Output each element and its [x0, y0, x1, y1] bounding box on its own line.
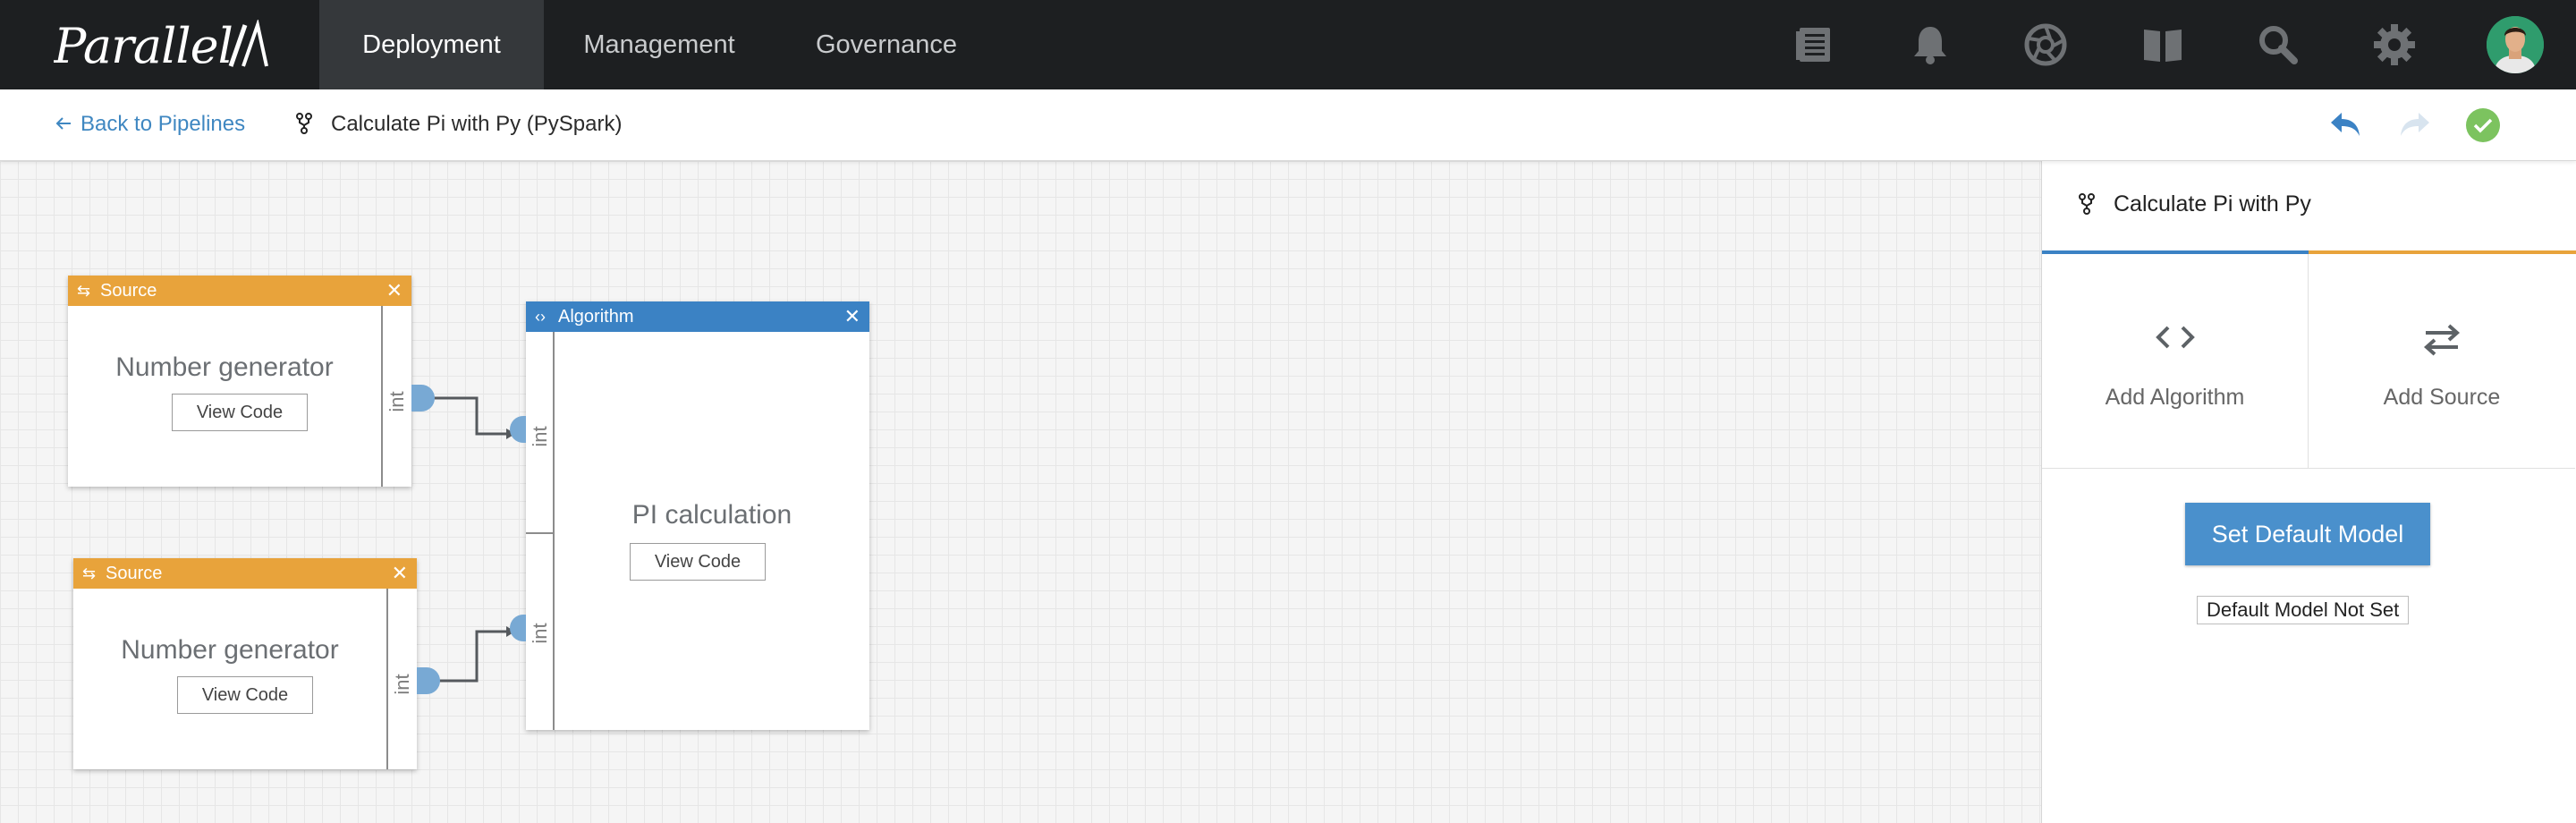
port-type-label: int — [386, 391, 408, 412]
book-icon[interactable] — [2140, 22, 2185, 67]
port-divider — [526, 532, 555, 534]
pipeline-fork-icon — [2079, 193, 2095, 215]
source-node-header[interactable]: ⇆ Source ✕ — [73, 558, 417, 589]
panel-title-text: Calculate Pi with Py — [2114, 191, 2311, 216]
source-node-1[interactable]: ⇆ Source ✕ Number generator View Code in… — [68, 276, 435, 487]
port-type-label: int — [391, 674, 413, 695]
status-ok-icon — [2466, 108, 2500, 142]
source-node-body: Number generator View Code int — [73, 589, 417, 769]
algorithm-node-header[interactable]: ‹› Algorithm ✕ — [526, 301, 869, 332]
set-default-model-button[interactable]: Set Default Model — [2185, 503, 2430, 565]
document-list-icon[interactable] — [1792, 22, 1837, 67]
nav-tab-management[interactable]: Management — [556, 0, 762, 89]
node-name: Number generator — [115, 352, 334, 382]
close-icon[interactable]: ✕ — [386, 276, 402, 306]
pipeline-title-text: Calculate Pi with Py (PySpark) — [331, 112, 623, 136]
view-code-button[interactable]: View Code — [177, 676, 313, 714]
add-source-label: Add Source — [2383, 385, 2501, 410]
source-node-2[interactable]: ⇆ Source ✕ Number generator View Code in… — [73, 558, 440, 769]
add-algorithm-label: Add Algorithm — [2105, 385, 2245, 410]
source-node-header[interactable]: ⇆ Source ✕ — [68, 276, 411, 306]
view-code-button[interactable]: View Code — [630, 543, 766, 581]
undo-icon[interactable] — [2327, 109, 2363, 140]
code-icon: ‹› — [535, 308, 546, 326]
bell-icon[interactable] — [1908, 22, 1953, 67]
swap-arrows-icon: ⇆ — [82, 564, 97, 582]
panel-title: Calculate Pi with Py — [2078, 191, 2311, 217]
arrow-left-icon — [55, 111, 73, 138]
avatar-image — [2487, 16, 2544, 73]
pipeline-title: Calculate Pi with Py (PySpark) — [295, 111, 622, 138]
node-name: Number generator — [121, 635, 339, 665]
pipeline-fork-icon — [296, 113, 312, 134]
code-icon — [2042, 322, 2308, 361]
add-algorithm-tile[interactable]: Add Algorithm — [2042, 254, 2309, 469]
output-port-column: int — [386, 589, 417, 769]
input-port-column: int int — [526, 332, 555, 730]
close-icon[interactable]: ✕ — [392, 558, 408, 589]
node-type-label: Algorithm — [558, 307, 634, 327]
default-model-status-badge: Default Model Not Set — [2197, 596, 2410, 624]
swap-arrows-icon — [2309, 322, 2575, 366]
parallelm-logo: Parallel — [53, 18, 268, 74]
back-link-label: Back to Pipelines — [80, 112, 246, 136]
nav-tab-deployment[interactable]: Deployment — [319, 0, 544, 89]
close-icon[interactable]: ✕ — [844, 301, 860, 332]
node-type-label: Source — [100, 281, 157, 301]
swap-arrows-icon: ⇆ — [77, 282, 91, 300]
output-port-column: int — [381, 306, 411, 487]
top-navigation-bar: Parallel Deployment Management Governanc… — [0, 0, 2576, 89]
pipeline-side-panel: Calculate Pi with Py Add Algorithm Add S… — [2041, 161, 2576, 823]
app-logo[interactable]: Parallel — [53, 18, 268, 74]
svg-text:Parallel: Parallel — [54, 20, 233, 70]
pipeline-canvas[interactable]: ⇆ Source ✕ Number generator View Code in… — [0, 161, 2041, 823]
gear-icon[interactable] — [2372, 22, 2417, 67]
redo-icon[interactable] — [2397, 109, 2433, 140]
port-type-label: int — [529, 623, 551, 644]
connector-line-bottom — [426, 630, 513, 683]
algorithm-node-body: int int PI calculation View Code — [526, 332, 869, 730]
add-source-tile[interactable]: Add Source — [2309, 254, 2575, 469]
back-to-pipelines-link[interactable]: Back to Pipelines — [55, 111, 245, 138]
view-code-button[interactable]: View Code — [172, 394, 308, 431]
search-icon[interactable] — [2256, 22, 2301, 67]
source-node-body: Number generator View Code int — [68, 306, 411, 487]
connector-line-top — [420, 396, 513, 436]
algorithm-node[interactable]: ‹› Algorithm ✕ int int PI calculation Vi… — [510, 301, 869, 730]
aperture-icon[interactable] — [2023, 22, 2068, 67]
pipeline-header-bar: Back to Pipelines Calculate Pi with Py (… — [0, 89, 2576, 161]
port-type-label: int — [529, 426, 551, 447]
node-type-label: Source — [106, 564, 163, 583]
user-avatar[interactable] — [2487, 16, 2544, 73]
nav-tab-governance[interactable]: Governance — [796, 0, 977, 89]
node-name: PI calculation — [631, 500, 792, 530]
